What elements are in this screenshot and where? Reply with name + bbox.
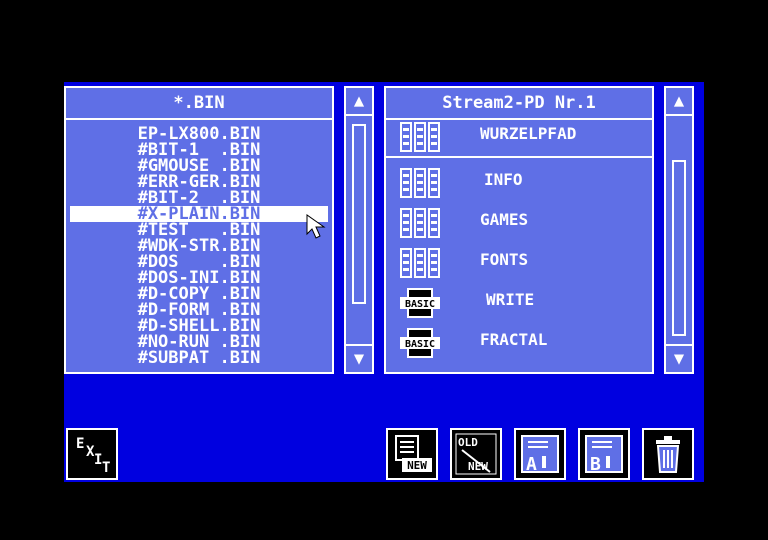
desktop: *.BIN EP-LX800.BIN #BIT-1 .BIN #GMOUSE .… [64, 82, 704, 482]
program-entry-fractal[interactable]: BASIC FRACTAL [386, 324, 652, 360]
directory-scrollbar[interactable]: ▲ ▼ [664, 86, 694, 374]
new-document-icon: NEW [395, 435, 432, 472]
scroll-up-arrow-icon[interactable]: ▲ [666, 88, 692, 116]
program-label: FRACTAL [480, 330, 548, 349]
folder-icon [400, 208, 440, 238]
svg-text:T: T [102, 460, 110, 476]
basic-icon-text: BASIC [405, 299, 435, 310]
program-entry-write[interactable]: BASIC WRITE [386, 284, 652, 320]
file-filter-title: *.BIN [66, 88, 332, 120]
svg-text:E: E [76, 436, 84, 452]
svg-text:B: B [590, 454, 601, 475]
mouse-pointer-icon [306, 214, 326, 239]
directory-entry-games[interactable]: GAMES [386, 204, 652, 240]
basic-icon-text: BASIC [405, 339, 435, 350]
directory-label: FONTS [480, 250, 529, 269]
file-list-scrollbar[interactable]: ▲ ▼ [344, 86, 374, 374]
trash-button[interactable] [642, 428, 694, 480]
trash-can-icon [656, 436, 680, 473]
disk-title: Stream2-PD Nr.1 [386, 88, 652, 120]
svg-text:OLD: OLD [458, 436, 478, 449]
drive-b-button[interactable]: B [578, 428, 630, 480]
program-label: WRITE [486, 290, 535, 309]
scroll-down-arrow-icon[interactable]: ▼ [666, 344, 692, 372]
basic-program-icon: BASIC [400, 328, 440, 358]
exit-icon: E X I T [76, 436, 110, 476]
root-separator [386, 156, 652, 158]
directory-label: GAMES [480, 210, 529, 229]
svg-text:NEW: NEW [407, 459, 427, 472]
directory-panel: Stream2-PD Nr.1 WURZELPFAD INFO GAMES FO… [384, 86, 654, 374]
disk-drive-a-icon: A [521, 435, 559, 475]
rename-icon: OLD NEW [455, 433, 497, 475]
scroll-down-arrow-icon[interactable]: ▼ [346, 344, 372, 372]
directory-entry-info[interactable]: INFO [386, 164, 652, 200]
svg-text:NEW: NEW [468, 460, 488, 473]
svg-text:A: A [526, 454, 537, 475]
basic-program-icon: BASIC [400, 288, 440, 318]
new-file-button[interactable]: NEW [386, 428, 438, 480]
disk-drive-b-icon: B [585, 435, 623, 475]
exit-button[interactable]: E X I T [66, 428, 118, 480]
folder-icon [400, 248, 440, 278]
scroll-thumb[interactable] [352, 124, 366, 304]
scroll-up-arrow-icon[interactable]: ▲ [346, 88, 372, 116]
directory-label: INFO [484, 170, 523, 189]
directory-entry-fonts[interactable]: FONTS [386, 244, 652, 280]
folder-icon [400, 122, 440, 152]
scroll-thumb[interactable] [672, 160, 686, 336]
file-list: EP-LX800.BIN #BIT-1 .BIN #GMOUSE .BIN #E… [66, 126, 332, 367]
folder-icon [400, 168, 440, 198]
drive-a-button[interactable]: A [514, 428, 566, 480]
file-item[interactable]: #SUBPAT .BIN [66, 350, 332, 367]
rename-old-new-button[interactable]: OLD NEW [450, 428, 502, 480]
root-path-row[interactable]: WURZELPFAD [386, 120, 652, 156]
file-list-panel: *.BIN EP-LX800.BIN #BIT-1 .BIN #GMOUSE .… [64, 86, 334, 374]
root-path-label: WURZELPFAD [480, 124, 577, 143]
